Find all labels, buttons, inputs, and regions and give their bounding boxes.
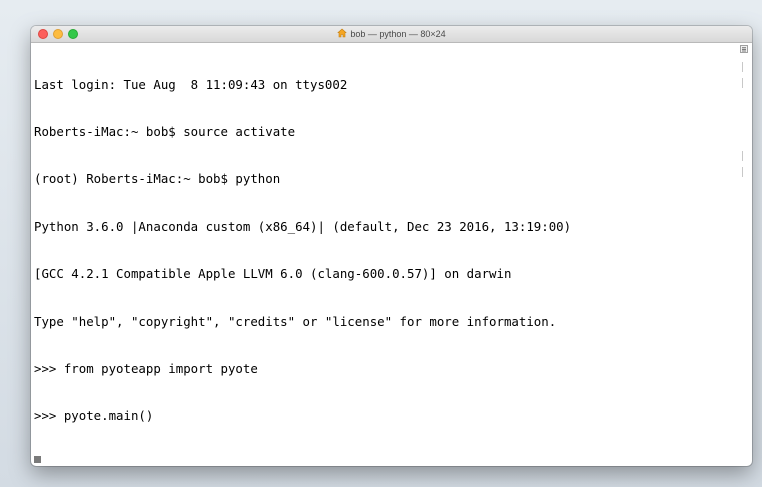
terminal-line: (root) Roberts-iMac:~ bob$ python (34, 171, 281, 187)
title-bar[interactable]: bob — python — 80×24 (31, 26, 752, 43)
terminal-line: Type "help", "copyright", "credits" or "… (34, 313, 557, 329)
terminal-output[interactable]: Last login: Tue Aug 8 11:09:43 on ttys00… (34, 45, 734, 463)
line-mark (740, 167, 743, 177)
window-title-container: bob — python — 80×24 (31, 27, 752, 41)
scroll-marks-icon[interactable] (740, 45, 748, 53)
home-icon (337, 28, 348, 38)
terminal-line: >>> from pyoteapp import pyote (34, 360, 258, 376)
terminal-line: Last login: Tue Aug 8 11:09:43 on ttys00… (34, 76, 348, 92)
terminal-line: Roberts-iMac:~ bob$ source activate (34, 123, 296, 139)
cursor-line (34, 455, 734, 463)
terminal-line: [GCC 4.2.1 Compatible Apple LLVM 6.0 (cl… (34, 266, 512, 282)
line-mark (740, 62, 743, 72)
line-mark (740, 151, 743, 161)
terminal-line: Python 3.6.0 |Anaconda custom (x86_64)| … (34, 218, 572, 234)
terminal-line: >>> pyote.main() (34, 408, 154, 424)
window-title: bob — python — 80×24 (350, 29, 446, 39)
text-cursor (34, 455, 41, 463)
line-mark (740, 78, 743, 88)
terminal-window: bob — python — 80×24 Last login: Tue Aug… (31, 26, 752, 466)
